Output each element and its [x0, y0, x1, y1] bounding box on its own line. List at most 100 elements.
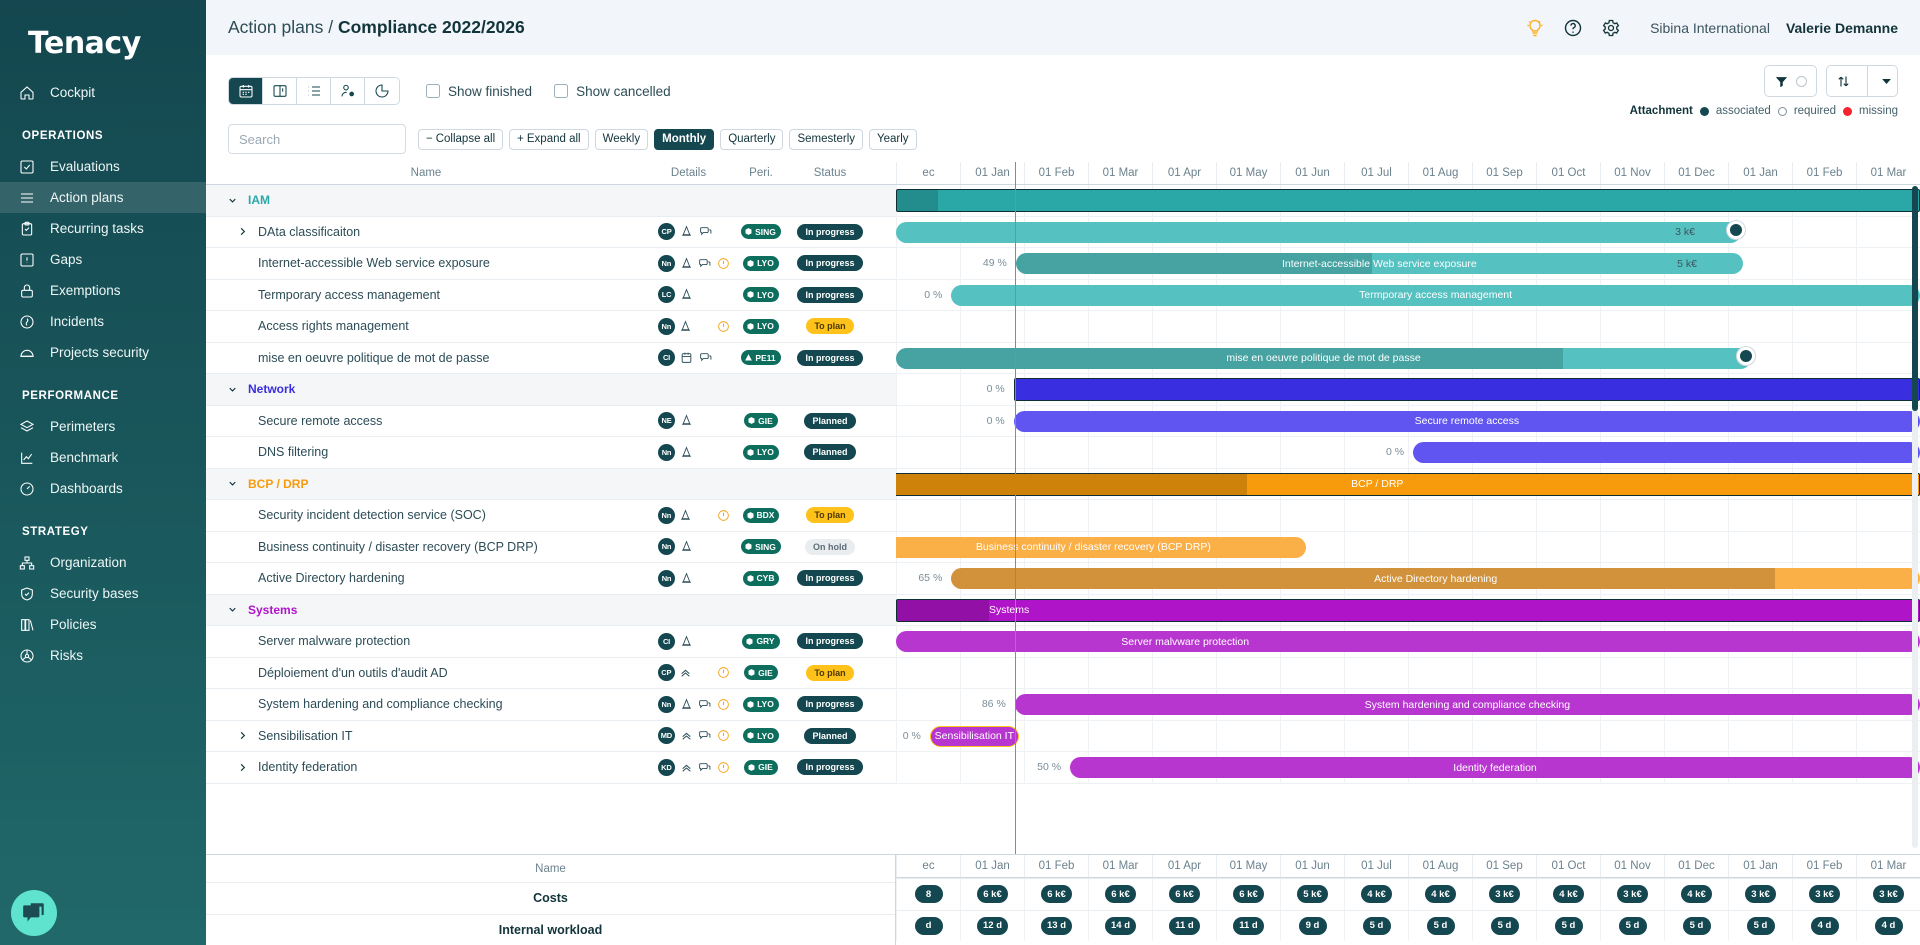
expand-all-button[interactable]: + Expand all	[509, 129, 588, 150]
avatar[interactable]: Nn	[658, 444, 675, 461]
table-row[interactable]: Server malvware protectionCIGRYIn progre…	[206, 626, 896, 658]
perimeter-badge[interactable]: GIE	[744, 760, 778, 775]
avatar[interactable]: Nn	[658, 696, 675, 713]
avatar[interactable]: Nn	[658, 507, 675, 524]
perimeter-badge[interactable]: LYO	[743, 728, 779, 743]
sidebar-item-gaps[interactable]: Gaps	[0, 244, 206, 275]
perimeter-badge[interactable]: LYO	[743, 287, 779, 302]
chat-widget-button[interactable]	[11, 890, 57, 936]
checkbox-show-cancelled[interactable]: Show cancelled	[554, 84, 671, 99]
avatar[interactable]: MD	[658, 727, 675, 744]
collapse-chevron-icon[interactable]	[224, 604, 240, 615]
perimeter-badge[interactable]: BDX	[743, 508, 780, 523]
timeline-row[interactable]: 49 %Internet-accessible Web service expo…	[896, 248, 1920, 280]
expand-chevron-icon[interactable]	[234, 762, 250, 773]
sidebar-item-organization[interactable]: Organization	[0, 547, 206, 578]
table-row[interactable]: Active Directory hardeningNnCYBIn progre…	[206, 563, 896, 595]
perimeter-badge[interactable]: LYO	[743, 445, 779, 460]
table-group-row[interactable]: Network	[206, 374, 896, 406]
user-name[interactable]: Valerie Demanne	[1786, 20, 1898, 36]
timeline-row[interactable]	[896, 311, 1920, 343]
perimeter-badge[interactable]: PE11	[741, 350, 780, 365]
logo[interactable]: Tenacy	[0, 0, 206, 77]
sidebar-item-dashboards[interactable]: Dashboards	[0, 473, 206, 504]
zoom-weekly[interactable]: Weekly	[595, 129, 649, 150]
status-badge[interactable]: Planned	[804, 413, 855, 429]
collapse-all-button[interactable]: − Collapse all	[418, 129, 503, 150]
table-row[interactable]: mise en oeuvre politique de mot de passe…	[206, 343, 896, 375]
milestone-marker[interactable]	[1737, 347, 1755, 365]
gantt-bar[interactable]: Secure remote access	[1014, 411, 1920, 432]
status-badge[interactable]: On hold	[805, 539, 855, 555]
sort-icon[interactable]	[1827, 74, 1860, 89]
sidebar-item-action-plans[interactable]: Action plans	[0, 182, 206, 213]
table-row[interactable]: Déploiement d'un outils d'audit ADCPGIET…	[206, 658, 896, 690]
perimeter-badge[interactable]: SING	[741, 539, 781, 554]
checkbox-box[interactable]	[426, 84, 440, 98]
collapse-chevron-icon[interactable]	[224, 478, 240, 489]
gantt-bar[interactable]: IAM	[896, 189, 1920, 212]
timeline-row[interactable]: 0 %Termporary access management	[896, 280, 1920, 312]
gantt-bar[interactable]	[1413, 442, 1920, 463]
organization-name[interactable]: Sibina International	[1650, 20, 1770, 36]
table-row[interactable]: Security incident detection service (SOC…	[206, 500, 896, 532]
table-group-row[interactable]: Systems	[206, 595, 896, 627]
perimeter-badge[interactable]: GRY	[742, 634, 779, 649]
sidebar-item-benchmark[interactable]: Benchmark	[0, 442, 206, 473]
expand-chevron-icon[interactable]	[234, 226, 250, 237]
tab-board-view[interactable]	[263, 78, 297, 104]
table-row[interactable]: Business continuity / disaster recovery …	[206, 532, 896, 564]
milestone-marker[interactable]	[1727, 221, 1745, 239]
breadcrumb-root[interactable]: Action plans	[228, 17, 323, 37]
perimeter-badge[interactable]: GIE	[744, 413, 778, 428]
tab-list-view[interactable]	[297, 78, 331, 104]
perimeter-badge[interactable]: GIE	[744, 665, 778, 680]
table-group-row[interactable]: BCP / DRP	[206, 469, 896, 501]
timeline-row[interactable]: Systems	[896, 595, 1920, 627]
timeline-row[interactable]: 0 %Secure remote access	[896, 406, 1920, 438]
avatar[interactable]: CI	[658, 349, 675, 366]
perimeter-badge[interactable]: LYO	[743, 697, 779, 712]
gantt-bar[interactable]: Business continuity / disaster recovery …	[896, 537, 1306, 558]
avatar[interactable]: Nn	[658, 255, 675, 272]
timeline-row[interactable]: 3 k€	[896, 217, 1920, 249]
perimeter-badge[interactable]: LYO	[743, 256, 779, 271]
status-badge[interactable]: In progress	[797, 633, 862, 649]
timeline-row[interactable]: mise en oeuvre politique de mot de passe	[896, 343, 1920, 375]
table-row[interactable]: Access rights managementNnLYOTo plan	[206, 311, 896, 343]
perimeter-badge[interactable]: SING	[741, 224, 781, 239]
avatar[interactable]: CP	[658, 664, 675, 681]
status-badge[interactable]: In progress	[797, 224, 862, 240]
gantt-bar[interactable]: Active Directory hardening	[951, 568, 1920, 589]
timeline-row[interactable]: 50 %Identity federation	[896, 752, 1920, 784]
status-badge[interactable]: To plan	[806, 507, 853, 523]
timeline-row[interactable]: 86 %System hardening and compliance chec…	[896, 689, 1920, 721]
tab-chart-view[interactable]	[365, 78, 399, 104]
checkbox-show-finished[interactable]: Show finished	[426, 84, 532, 99]
status-badge[interactable]: In progress	[797, 350, 862, 366]
status-badge[interactable]: In progress	[797, 287, 862, 303]
expand-chevron-icon[interactable]	[234, 730, 250, 741]
lightbulb-icon[interactable]	[1524, 17, 1546, 39]
timeline-row[interactable]: 65 %Active Directory hardening	[896, 563, 1920, 595]
avatar[interactable]: LC	[658, 286, 675, 303]
gantt-bar[interactable]: System hardening and compliance checking	[1015, 694, 1920, 715]
status-badge[interactable]: To plan	[806, 665, 853, 681]
gantt-bar[interactable]: Termporary access management	[951, 285, 1920, 306]
gantt-bar[interactable]: mise en oeuvre politique de mot de passe	[896, 348, 1751, 369]
gantt-bar[interactable]: Systems	[896, 599, 1920, 622]
filter-button[interactable]	[1764, 65, 1817, 97]
chevron-down-icon[interactable]	[1875, 74, 1897, 89]
gantt-bar[interactable]: Sensibilisation IT	[930, 726, 1019, 747]
search-input[interactable]	[228, 124, 406, 154]
avatar[interactable]: Nn	[658, 318, 675, 335]
table-row[interactable]: Termporary access managementLCLYOIn prog…	[206, 280, 896, 312]
collapse-chevron-icon[interactable]	[224, 384, 240, 395]
zoom-quarterly[interactable]: Quarterly	[720, 129, 783, 150]
sidebar-item-security-bases[interactable]: Security bases	[0, 578, 206, 609]
status-badge[interactable]: In progress	[797, 759, 862, 775]
gantt-bar[interactable]: Identity federation	[1070, 757, 1920, 778]
sidebar-item-exemptions[interactable]: Exemptions	[0, 275, 206, 306]
gantt-bar[interactable]	[1014, 378, 1920, 401]
tab-calendar-view[interactable]	[229, 78, 263, 104]
